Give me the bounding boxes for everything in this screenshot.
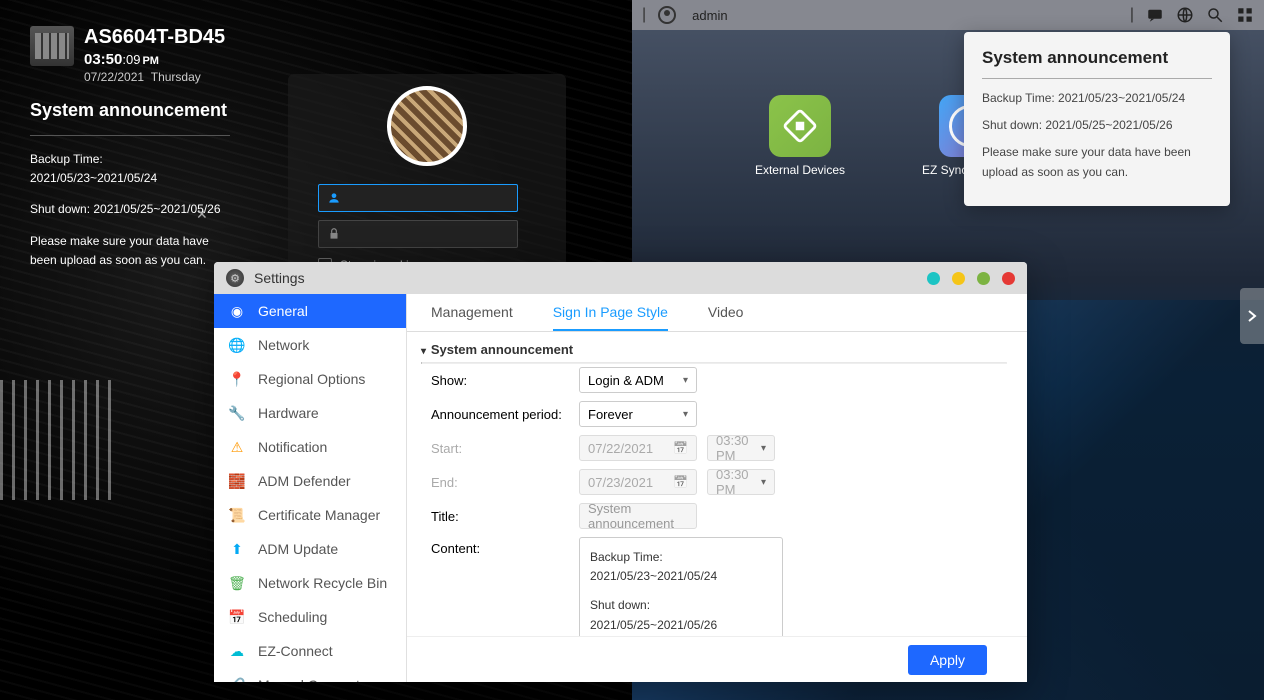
- sidebar-item-defender[interactable]: 🧱ADM Defender: [214, 464, 406, 498]
- window-title: Settings: [254, 270, 305, 286]
- taskbar: | admin |: [632, 0, 1264, 30]
- sidebar-item-ezconnect[interactable]: ☁EZ-Connect: [214, 634, 406, 668]
- label-title: Title:: [431, 509, 579, 524]
- lock-icon: [327, 227, 341, 241]
- apply-button[interactable]: Apply: [908, 645, 987, 675]
- input-end-time: 03:30 PM: [707, 469, 775, 495]
- settings-window: Settings ◉General 🌐Network 📍Regional Opt…: [214, 262, 1027, 682]
- clock-ss: :09: [122, 52, 140, 67]
- login-announcement-title: System announcement: [30, 100, 230, 121]
- settings-content: Management Sign In Page Style Video Syst…: [407, 294, 1027, 682]
- clock: 03:50:09PM: [84, 51, 225, 68]
- clock-ampm: PM: [142, 55, 159, 67]
- input-start-time: 03:30 PM: [707, 435, 775, 461]
- settings-sidebar: ◉General 🌐Network 📍Regional Options 🔧Har…: [214, 294, 407, 682]
- settings-footer: Apply: [407, 636, 1027, 682]
- tab-management[interactable]: Management: [431, 294, 513, 331]
- sidebar-item-general[interactable]: ◉General: [214, 294, 406, 328]
- search-icon[interactable]: [1206, 6, 1224, 24]
- avatar: [387, 86, 467, 166]
- input-start-date: 07/22/2021: [579, 435, 697, 461]
- close-icon[interactable]: ✕: [196, 206, 208, 223]
- settings-app-icon: [226, 269, 244, 287]
- announcement-popup: System announcement Backup Time: 2021/05…: [964, 32, 1230, 206]
- dashboard-icon[interactable]: [1236, 6, 1254, 24]
- chevron-right-icon: [1247, 309, 1257, 323]
- window-maximize-button[interactable]: [977, 272, 990, 285]
- desktop-icon-label: External Devices: [750, 163, 850, 177]
- window-titlebar[interactable]: Settings: [214, 262, 1027, 294]
- sidebar-item-network[interactable]: 🌐Network: [214, 328, 406, 362]
- password-input[interactable]: [318, 220, 518, 248]
- window-close-button[interactable]: [1002, 272, 1015, 285]
- sidebar-item-hardware[interactable]: 🔧Hardware: [214, 396, 406, 430]
- select-period[interactable]: Forever: [579, 401, 697, 427]
- sidebar-item-update[interactable]: ⬆ADM Update: [214, 532, 406, 566]
- input-end-date: 07/23/2021: [579, 469, 697, 495]
- device-info: AS6604T-BD45 03:50:09PM 07/22/2021 Thurs…: [84, 26, 225, 84]
- label-end: End:: [431, 475, 579, 490]
- clock-hhmm: 03:50: [84, 51, 122, 68]
- sidebar-item-recycle[interactable]: 🗑Network Recycle Bin: [214, 566, 406, 600]
- section-system-announcement[interactable]: System announcement: [431, 342, 1003, 357]
- user-avatar-icon[interactable]: [658, 6, 676, 24]
- device-model: AS6604T-BD45: [84, 26, 225, 49]
- tab-sign-in-page-style[interactable]: Sign In Page Style: [553, 294, 668, 331]
- sidebar-item-manual-connect[interactable]: 🔗Manual Connect: [214, 668, 406, 682]
- label-content: Content:: [431, 537, 579, 556]
- sidebar-item-certificate[interactable]: 📜Certificate Manager: [214, 498, 406, 532]
- sidebar-item-scheduling[interactable]: 📅Scheduling: [214, 600, 406, 634]
- label-start: Start:: [431, 441, 579, 456]
- external-devices-icon: [783, 109, 817, 143]
- settings-tabs: Management Sign In Page Style Video: [407, 294, 1027, 332]
- user-icon: [327, 191, 341, 205]
- window-controls: [927, 272, 1015, 285]
- username-input[interactable]: [318, 184, 518, 212]
- date-line: 07/22/2021 Thursday: [84, 70, 225, 84]
- window-minimize-button[interactable]: [952, 272, 965, 285]
- textarea-content[interactable]: Backup Time: 2021/05/23~2021/05/24 Shut …: [579, 537, 783, 636]
- window-help-button[interactable]: [927, 272, 940, 285]
- taskbar-username[interactable]: admin: [692, 8, 727, 23]
- sidebar-item-notification[interactable]: ⚠Notification: [214, 430, 406, 464]
- input-title[interactable]: System announcement: [579, 503, 697, 529]
- label-period: Announcement period:: [431, 407, 579, 422]
- login-card: Stay signed in: [288, 74, 566, 292]
- side-flyout-handle[interactable]: [1240, 288, 1264, 344]
- announcement-icon[interactable]: [1146, 6, 1164, 24]
- nas-device-icon: [30, 26, 74, 66]
- select-show[interactable]: Login & ADM: [579, 367, 697, 393]
- desktop-icon-external-devices[interactable]: External Devices: [750, 95, 850, 177]
- tab-video[interactable]: Video: [708, 294, 744, 331]
- login-announcement: System announcement Backup Time: 2021/05…: [30, 100, 230, 282]
- sidebar-item-regional[interactable]: 📍Regional Options: [214, 362, 406, 396]
- label-show: Show:: [431, 373, 579, 388]
- popup-title: System announcement: [982, 48, 1212, 68]
- globe-icon[interactable]: [1176, 6, 1194, 24]
